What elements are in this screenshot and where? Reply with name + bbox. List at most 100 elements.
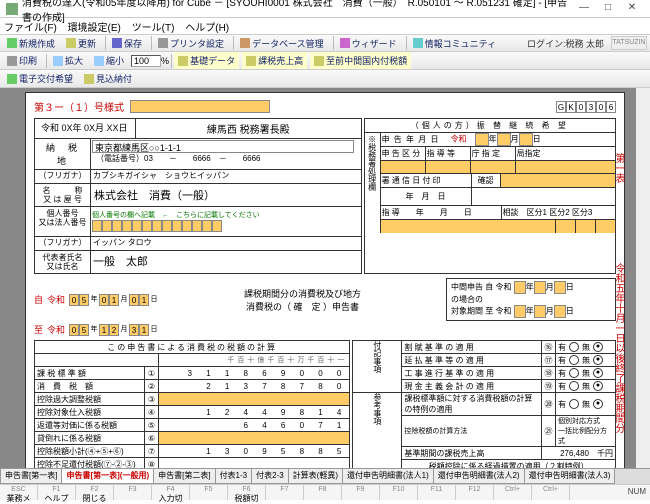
tab-6[interactable]: 還付申告明細書(法人1) <box>342 469 434 484</box>
tab-0[interactable]: 申告書[第一表] <box>0 469 62 484</box>
sheet-tabs: 申告書[第一表] 申告書[第一表](一般用) 申告書[第二表] 付表1-3 付表… <box>0 468 650 484</box>
pnum-label: 個人番号 又は法人番号 <box>35 207 91 236</box>
tab-5[interactable]: 計算表(軽異) <box>288 469 343 484</box>
table-row: 貸倒れに係る税額⑥ <box>35 432 350 445</box>
basic-icon <box>178 56 188 66</box>
side-label-2: 令和五年十月一日以後終了課税期間分 <box>612 263 626 433</box>
tax-office: 練馬西 税務署長殿 <box>136 119 361 139</box>
fkey-f9[interactable]: F9 <box>342 485 380 500</box>
printer-icon <box>158 38 168 48</box>
denshi-button[interactable]: 電子交付希望 <box>3 70 77 87</box>
series-input[interactable] <box>130 100 270 113</box>
toolbar-zoom: 印刷 拡大 縮小 % 基礎データ 課税売上高 至前中間国内付税額 <box>0 52 650 70</box>
save-button[interactable]: 保存 <box>108 35 146 52</box>
function-keys: ESC業務メ F1ヘルプ F2閉じる F3 F4入力切 F5 F6税額切 F7 … <box>0 484 650 500</box>
print-button[interactable]: 印刷 <box>3 52 41 69</box>
update-icon <box>66 38 76 48</box>
table-row: 返還等対価に係る税額⑤6 4 6 0 7 1 <box>35 419 350 432</box>
nouzei-label: 納 税 地 <box>35 139 91 170</box>
menu-tool[interactable]: ツール(T) <box>132 23 175 34</box>
zoom-in-button[interactable]: 縮小 <box>90 52 128 69</box>
maximize-button[interactable]: □ <box>596 1 620 17</box>
status-num: NUM <box>570 485 650 500</box>
to-date[interactable]: 05年12月31日 <box>69 324 159 336</box>
menu-file[interactable]: ファイル(F) <box>4 23 57 34</box>
wizard-icon <box>340 38 350 48</box>
brand-logo: TATSUZIN <box>611 36 647 50</box>
tab-2[interactable]: 申告書[第二表] <box>153 469 215 484</box>
name-label: 名 称 又 は 屋 号 <box>35 184 91 206</box>
zoom-out-button[interactable]: 拡大 <box>49 52 87 69</box>
pnum-grid[interactable] <box>92 220 222 232</box>
office-proc-col: ※税務署処理欄 <box>365 133 381 233</box>
from-date[interactable]: 05年01月01日 <box>69 294 159 306</box>
midpay-icon <box>314 56 324 66</box>
titlebar: 消費税の達人(令和05年度以降用) for Cube － [SYOUHI0001… <box>0 0 650 18</box>
form-page: 第３ー（１）号様式 GK0306 令和 0X年 0X月 XX日 練馬西 税務署長… <box>25 92 625 468</box>
print-settings-button[interactable]: プリンタ設定 <box>154 35 228 52</box>
mikomi-icon <box>84 74 94 84</box>
scrollbar-vertical[interactable] <box>636 88 650 468</box>
tax-sales-button[interactable]: 課税売上高 <box>242 52 307 69</box>
declare-date-box: 令和 0X年 0X月 XX日 <box>35 119 136 139</box>
tab-3[interactable]: 付表1-3 <box>215 469 253 484</box>
fkey-f7[interactable]: F7 <box>266 485 304 500</box>
new-icon <box>7 38 17 48</box>
table-row: 控除過大調整税額③ <box>35 393 350 406</box>
fkey-f11[interactable]: F11 <box>418 485 456 500</box>
print-icon <box>7 56 17 66</box>
new-button[interactable]: 新規作成 <box>3 35 59 52</box>
phone: （電話番号）03 － 6666 － 6666 <box>92 153 360 164</box>
table-row: 消 費 税 額②2 1 3 7 8 7 8 0 <box>35 380 350 393</box>
table-row: 控除対象仕入税額④1 2 4 4 9 8 1 4 <box>35 406 350 419</box>
menu-help[interactable]: ヘルプ(H) <box>185 23 229 34</box>
calc-table: この申告書による消費税の税額の計算 千百十億千百十万千百十一 課 税 標 準 額… <box>34 340 350 468</box>
fkey-f8[interactable]: F8 <box>304 485 342 500</box>
tab-7[interactable]: 還付申告明細書(法人2) <box>433 469 525 484</box>
fkey-f1[interactable]: F1ヘルプ <box>38 485 76 500</box>
close-button[interactable]: ✕ <box>620 1 644 17</box>
denshi-icon <box>7 74 17 84</box>
fkey-ctrl2[interactable]: Ctrl+ <box>532 485 570 500</box>
fkey-f2[interactable]: F2閉じる <box>76 485 114 500</box>
rep-input[interactable]: 一般 太郎 <box>91 251 361 273</box>
tab-4[interactable]: 付表2-3 <box>251 469 289 484</box>
kana1[interactable]: カブシキガイシャ ショウヒイッパン <box>91 170 361 183</box>
fkey-f12[interactable]: F12 <box>456 485 494 500</box>
minimize-button[interactable]: — <box>572 1 596 17</box>
tab-1[interactable]: 申告書[第一表](一般用) <box>61 469 154 484</box>
fkey-f5[interactable]: F5 <box>190 485 228 500</box>
db-mgmt-button[interactable]: データベース管理 <box>236 35 328 52</box>
toolbar-sub: 電子交付希望 見込納付 <box>0 70 650 88</box>
tab-8[interactable]: 還付申告明細書(法人3) <box>524 469 616 484</box>
furigana2-label: （フリガナ） <box>35 237 91 250</box>
table-row: 課 税 標 準 額①3 1 1 8 6 9 0 0 0 <box>35 367 350 380</box>
update-button[interactable]: 更新 <box>62 35 100 52</box>
fkey-f3[interactable]: F3 <box>114 485 152 500</box>
indiv-note: （個人の方）振 替 継 続 希 望 <box>365 119 615 133</box>
mid-pay-button[interactable]: 至前中間国内付税額 <box>310 52 411 69</box>
side-label-1: 第一表 <box>612 153 626 183</box>
kana2[interactable]: イッパン タロウ <box>91 237 361 250</box>
database-icon <box>240 38 250 48</box>
basic-data-button[interactable]: 基礎データ <box>174 52 239 69</box>
community-button[interactable]: 情報コミュニティ <box>409 35 500 52</box>
wizard-button[interactable]: ウィザード <box>336 35 401 52</box>
furigana1-label: （フリガナ） <box>35 170 91 183</box>
table-row: 控除税額小計(④+⑤+⑥)⑦1 3 0 9 5 8 8 5 <box>35 445 350 458</box>
fkey-ctrl1[interactable]: Ctrl+ <box>494 485 532 500</box>
fkey-f10[interactable]: F10 <box>380 485 418 500</box>
login-user: ログイン:税務 太郎 <box>527 37 607 50</box>
fkey-esc[interactable]: ESC業務メ <box>0 485 38 500</box>
fkey-f4[interactable]: F4入力切 <box>152 485 190 500</box>
fkey-f6[interactable]: F6税額切 <box>228 485 266 500</box>
mikomi-button[interactable]: 見込納付 <box>80 70 136 87</box>
address-input[interactable]: 東京都練馬区○○1-1-1 <box>92 140 354 153</box>
rep-label: 代表者氏名 又は氏名 <box>35 251 91 273</box>
toolbar-main: 新規作成 更新 保存 プリンタ設定 データベース管理 ウィザード 情報コミュニテ… <box>0 34 650 52</box>
name-input[interactable]: 株式会社 消費（一般） <box>91 184 361 206</box>
zoom-value-input[interactable] <box>131 55 161 67</box>
menu-env[interactable]: 環境設定(E) <box>68 23 121 34</box>
notes-table: 付記事項割 賦 基 準 の 適 用⑯有無● 延 払 基 準 等 の 適 用⑰有無… <box>352 340 616 468</box>
gk-code: GK0306 <box>556 101 616 113</box>
